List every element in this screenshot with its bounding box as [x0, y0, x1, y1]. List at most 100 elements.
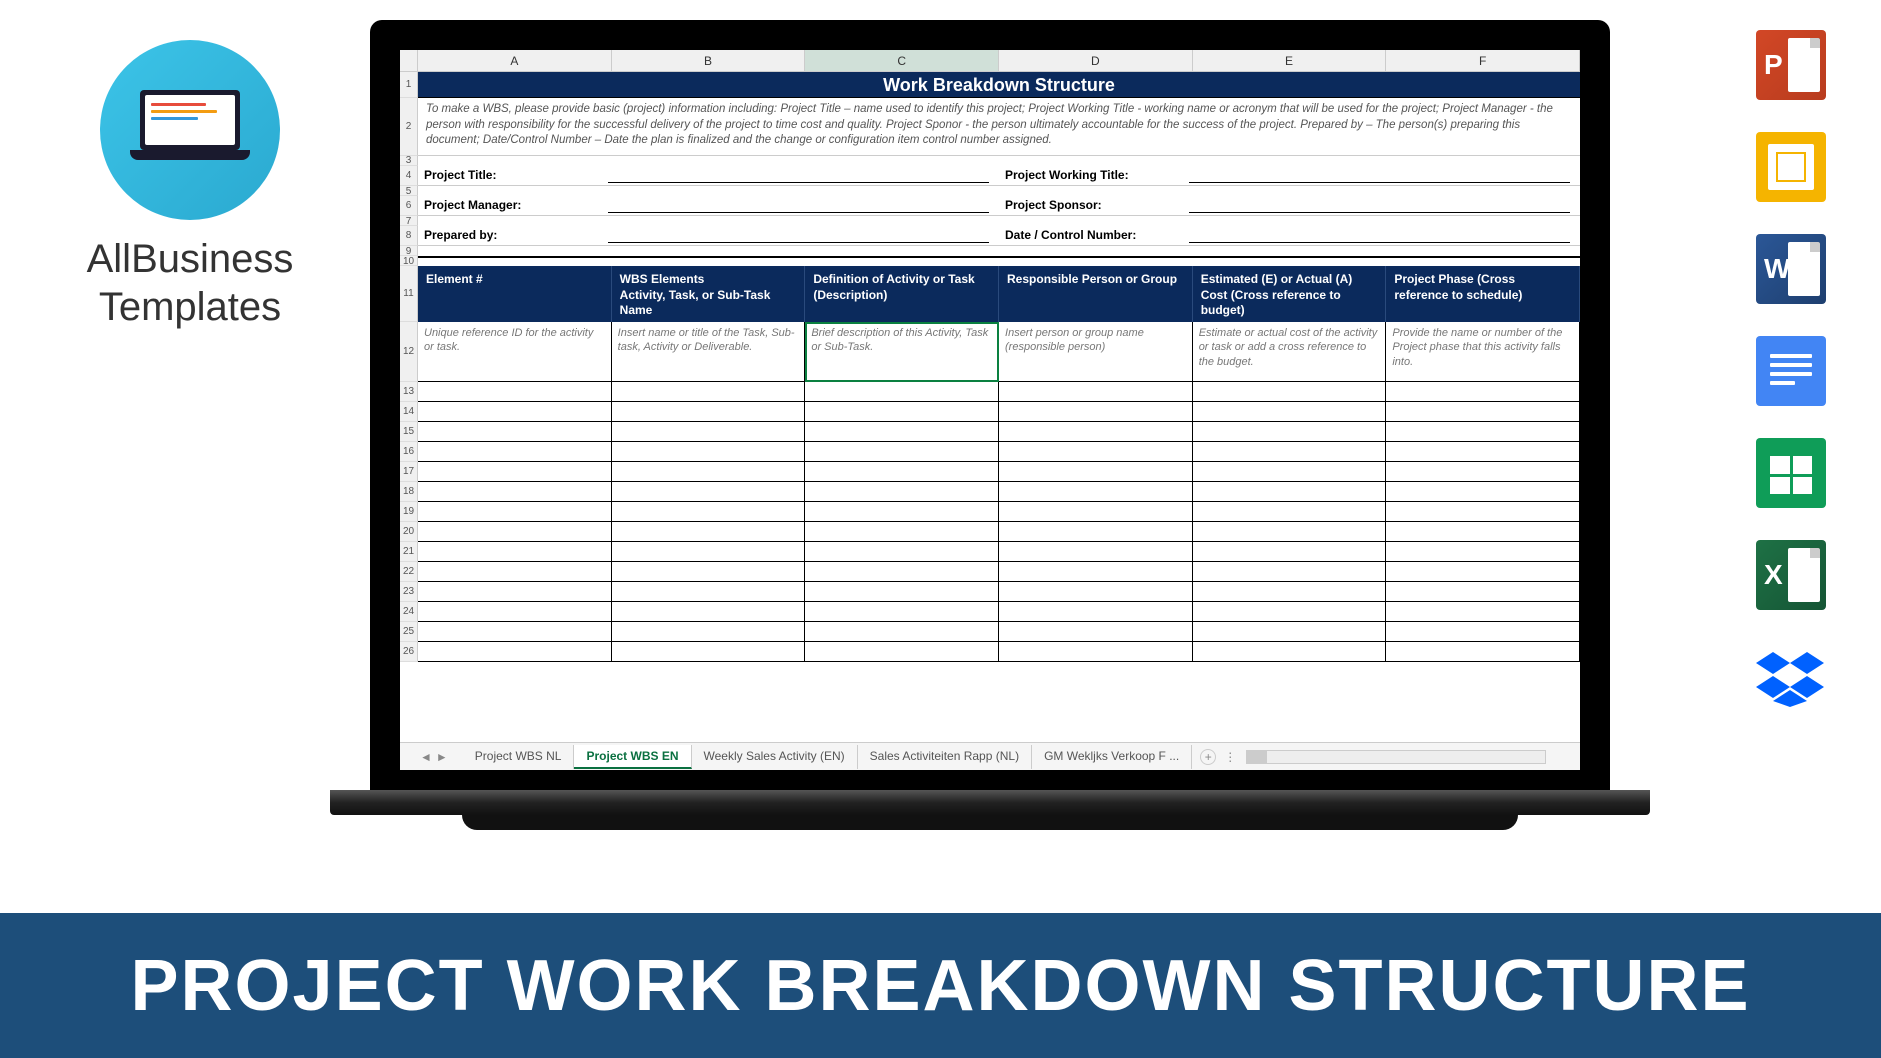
column-header-e[interactable]: E — [1193, 50, 1387, 71]
table-cell[interactable] — [999, 402, 1193, 422]
table-cell[interactable] — [418, 422, 612, 442]
table-cell[interactable] — [418, 482, 612, 502]
table-cell[interactable] — [999, 462, 1193, 482]
table-cell[interactable] — [418, 622, 612, 642]
table-cell[interactable] — [805, 642, 999, 662]
table-cell[interactable] — [418, 462, 612, 482]
table-cell[interactable] — [1386, 562, 1580, 582]
table-cell[interactable] — [805, 482, 999, 502]
table-cell[interactable] — [612, 602, 806, 622]
table-cell[interactable] — [805, 582, 999, 602]
table-cell[interactable] — [1386, 422, 1580, 442]
info-row-prepared[interactable]: Prepared by: Date / Control Number: — [418, 226, 1580, 246]
column-header-b[interactable]: B — [612, 50, 806, 71]
table-cell[interactable] — [805, 602, 999, 622]
info-row-title[interactable]: Project Title: Project Working Title: — [418, 166, 1580, 186]
table-cell[interactable] — [1386, 622, 1580, 642]
table-cell[interactable] — [1193, 442, 1387, 462]
table-cell[interactable] — [805, 522, 999, 542]
hint-element[interactable]: Unique reference ID for the activity or … — [418, 322, 612, 382]
table-cell[interactable] — [418, 602, 612, 622]
table-cell[interactable] — [1386, 402, 1580, 422]
hint-estimated[interactable]: Estimate or actual cost of the activity … — [1193, 322, 1387, 382]
table-cell[interactable] — [999, 522, 1193, 542]
table-cell[interactable] — [805, 622, 999, 642]
prepared-by-input[interactable] — [608, 226, 989, 243]
col-phase[interactable]: Project Phase (Cross reference to schedu… — [1386, 266, 1580, 322]
table-cell[interactable] — [1193, 582, 1387, 602]
project-sponsor-input[interactable] — [1189, 196, 1570, 213]
table-cell[interactable] — [612, 622, 806, 642]
table-cell[interactable] — [1386, 442, 1580, 462]
table-cell[interactable] — [612, 642, 806, 662]
table-cell[interactable] — [999, 582, 1193, 602]
table-cell[interactable] — [612, 582, 806, 602]
column-header-c[interactable]: C — [805, 50, 999, 71]
table-cell[interactable] — [999, 622, 1193, 642]
table-cell[interactable] — [1386, 642, 1580, 662]
column-header-f[interactable]: F — [1386, 50, 1580, 71]
hint-phase[interactable]: Provide the name or number of the Projec… — [1386, 322, 1580, 382]
project-title-input[interactable] — [608, 166, 989, 183]
table-cell[interactable] — [1386, 462, 1580, 482]
table-cell[interactable] — [418, 562, 612, 582]
table-cell[interactable] — [612, 422, 806, 442]
table-cell[interactable] — [612, 402, 806, 422]
table-cell[interactable] — [1193, 422, 1387, 442]
table-cell[interactable] — [612, 382, 806, 402]
table-cell[interactable] — [805, 402, 999, 422]
table-cell[interactable] — [612, 522, 806, 542]
sheet-tab[interactable]: GM Wekljks Verkoop F ... — [1032, 745, 1192, 769]
table-cell[interactable] — [1386, 582, 1580, 602]
table-cell[interactable] — [1193, 542, 1387, 562]
table-cell[interactable] — [805, 382, 999, 402]
table-cell[interactable] — [1193, 482, 1387, 502]
table-cell[interactable] — [418, 542, 612, 562]
hint-definition-active-cell[interactable]: Brief description of this Activity, Task… — [805, 322, 999, 382]
table-cell[interactable] — [999, 502, 1193, 522]
sheet-description[interactable]: To make a WBS, please provide basic (pro… — [418, 98, 1580, 156]
table-cell[interactable] — [418, 402, 612, 422]
date-control-input[interactable] — [1189, 226, 1570, 243]
table-cell[interactable] — [1386, 602, 1580, 622]
table-cell[interactable] — [418, 442, 612, 462]
table-cell[interactable] — [1193, 562, 1387, 582]
table-cell[interactable] — [999, 422, 1193, 442]
sheet-tab[interactable]: Project WBS NL — [463, 745, 575, 769]
table-cell[interactable] — [805, 442, 999, 462]
col-estimated[interactable]: Estimated (E) or Actual (A) Cost (Cross … — [1193, 266, 1387, 322]
sheet-tab[interactable]: Weekly Sales Activity (EN) — [692, 745, 858, 769]
table-cell[interactable] — [612, 482, 806, 502]
sheet-tab[interactable]: Project WBS EN — [574, 745, 691, 769]
table-cell[interactable] — [612, 462, 806, 482]
table-cell[interactable] — [999, 382, 1193, 402]
table-cell[interactable] — [1193, 522, 1387, 542]
table-cell[interactable] — [999, 442, 1193, 462]
table-cell[interactable] — [999, 642, 1193, 662]
table-cell[interactable] — [999, 562, 1193, 582]
table-cell[interactable] — [805, 562, 999, 582]
table-cell[interactable] — [1193, 642, 1387, 662]
table-cell[interactable] — [1193, 402, 1387, 422]
sheet-tab[interactable]: Sales Activiteiten Rapp (NL) — [858, 745, 1032, 769]
table-cell[interactable] — [999, 482, 1193, 502]
table-cell[interactable] — [805, 462, 999, 482]
table-cell[interactable] — [418, 642, 612, 662]
table-cell[interactable] — [1193, 502, 1387, 522]
table-cell[interactable] — [1193, 382, 1387, 402]
table-cell[interactable] — [1386, 542, 1580, 562]
table-cell[interactable] — [1193, 622, 1387, 642]
column-header-d[interactable]: D — [999, 50, 1193, 71]
working-title-input[interactable] — [1189, 166, 1570, 183]
add-sheet-button[interactable]: + — [1200, 749, 1216, 765]
col-element[interactable]: Element # — [418, 266, 612, 322]
horizontal-scrollbar[interactable] — [1246, 750, 1546, 764]
column-header-a[interactable]: A — [418, 50, 612, 71]
table-cell[interactable] — [1386, 382, 1580, 402]
table-cell[interactable] — [612, 562, 806, 582]
table-cell[interactable] — [999, 542, 1193, 562]
tab-nav-arrows[interactable]: ◄► — [420, 750, 448, 764]
col-definition[interactable]: Definition of Activity or Task (Descript… — [805, 266, 999, 322]
table-cell[interactable] — [1386, 502, 1580, 522]
table-cell[interactable] — [805, 422, 999, 442]
